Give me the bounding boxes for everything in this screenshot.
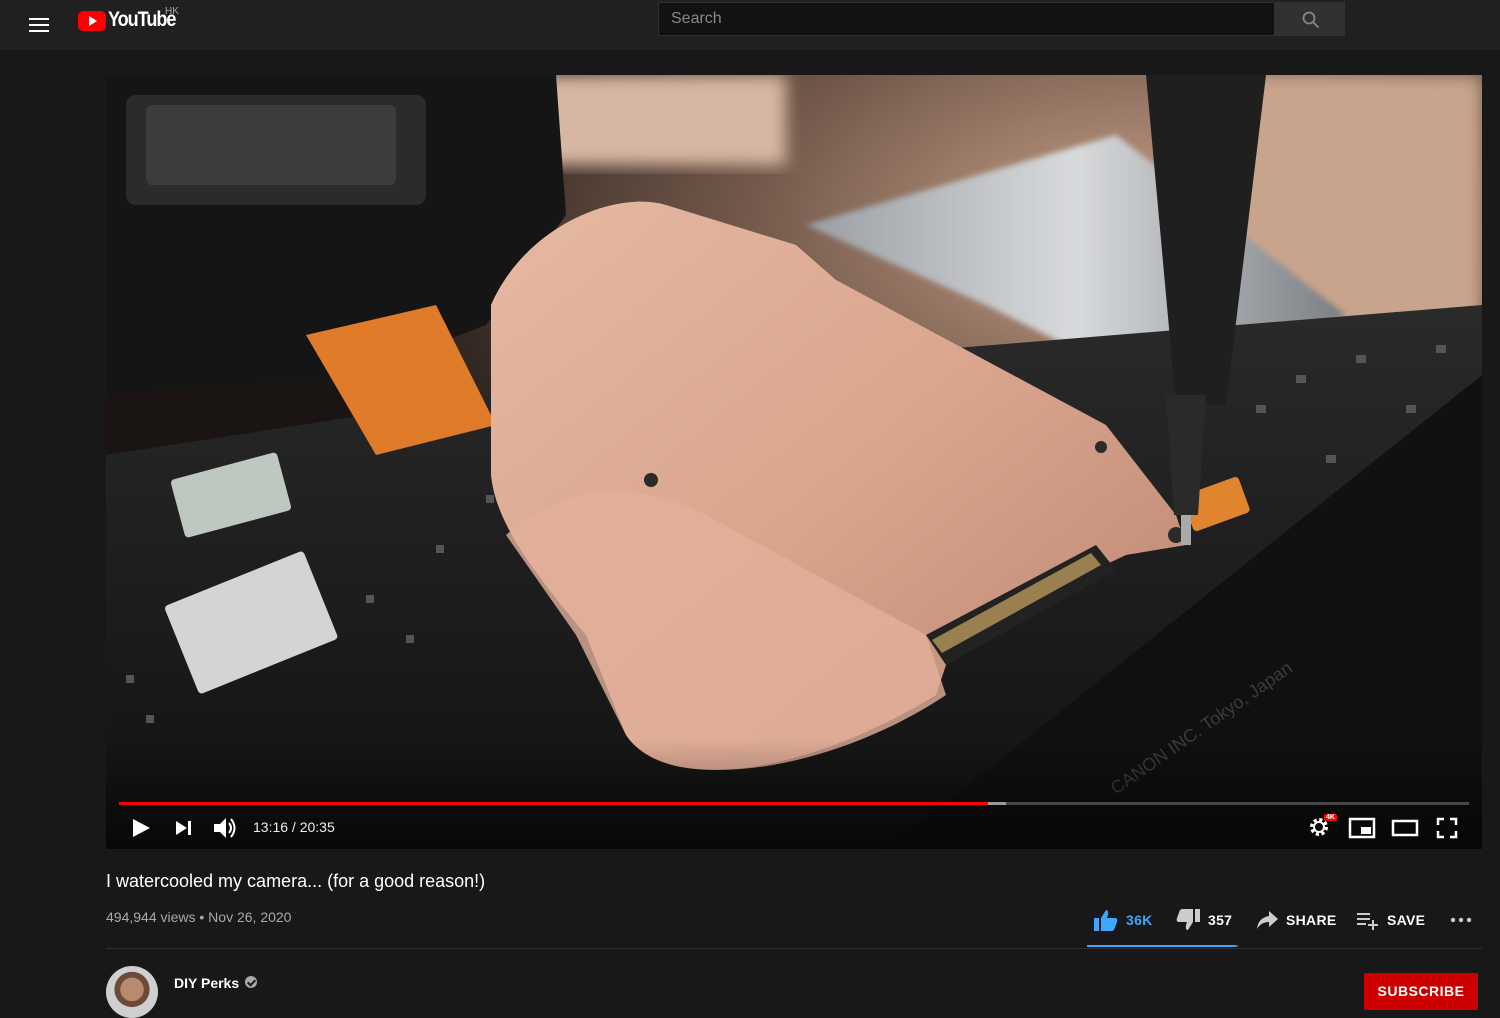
time-display: 13:16 / 20:35 (253, 819, 335, 835)
progress-played (119, 802, 989, 805)
more-actions-icon[interactable] (1450, 917, 1472, 923)
share-label: SHARE (1286, 912, 1337, 928)
next-icon[interactable] (174, 819, 194, 837)
channel-avatar[interactable] (106, 966, 158, 1018)
search-input[interactable]: Search (658, 2, 1275, 36)
thumbs-up-icon (1094, 910, 1118, 931)
thumbs-down-icon (1176, 909, 1200, 930)
progress-bar[interactable] (119, 802, 1469, 805)
volume-icon[interactable] (212, 816, 238, 840)
share-icon (1257, 911, 1278, 929)
dislike-count: 357 (1208, 912, 1233, 928)
save-button[interactable]: SAVE (1356, 906, 1425, 934)
miniplayer-icon[interactable] (1348, 817, 1376, 839)
video-frame: CANON INC. Tokyo, Japan (106, 75, 1482, 849)
like-count: 36K (1126, 912, 1153, 928)
video-title: I watercooled my camera... (for a good r… (106, 871, 486, 891)
channel-name[interactable]: DIY Perks (174, 975, 239, 991)
like-button[interactable]: 36K (1093, 906, 1153, 934)
verified-badge-icon (245, 976, 257, 988)
search-button[interactable] (1275, 2, 1345, 36)
theater-mode-icon[interactable] (1391, 819, 1419, 837)
play-icon[interactable] (130, 817, 152, 839)
video-player[interactable]: CANON INC. Tokyo, Japan 13:16 / 20:35 4K (106, 75, 1482, 849)
save-label: SAVE (1387, 912, 1426, 928)
view-count-date: 494,944 views • Nov 26, 2020 (106, 909, 292, 925)
subscribe-button[interactable]: SUBSCRIBE (1364, 973, 1478, 1010)
share-button[interactable]: SHARE (1255, 906, 1337, 934)
masthead: YouTube HK Search (0, 0, 1500, 50)
like-ratio-fill (1087, 945, 1237, 947)
add-to-playlist-icon (1357, 913, 1378, 930)
fullscreen-icon[interactable] (1436, 817, 1458, 839)
menu-icon[interactable] (24, 11, 54, 39)
quality-badge: 4K (1324, 814, 1337, 821)
region-label: HK (165, 6, 179, 17)
youtube-logo-icon (78, 11, 106, 31)
like-ratio-bar (1087, 945, 1238, 947)
settings-button[interactable]: 4K (1308, 814, 1337, 840)
search-icon (1302, 11, 1320, 29)
divider (106, 948, 1482, 949)
dislike-button[interactable]: 357 (1175, 906, 1232, 934)
